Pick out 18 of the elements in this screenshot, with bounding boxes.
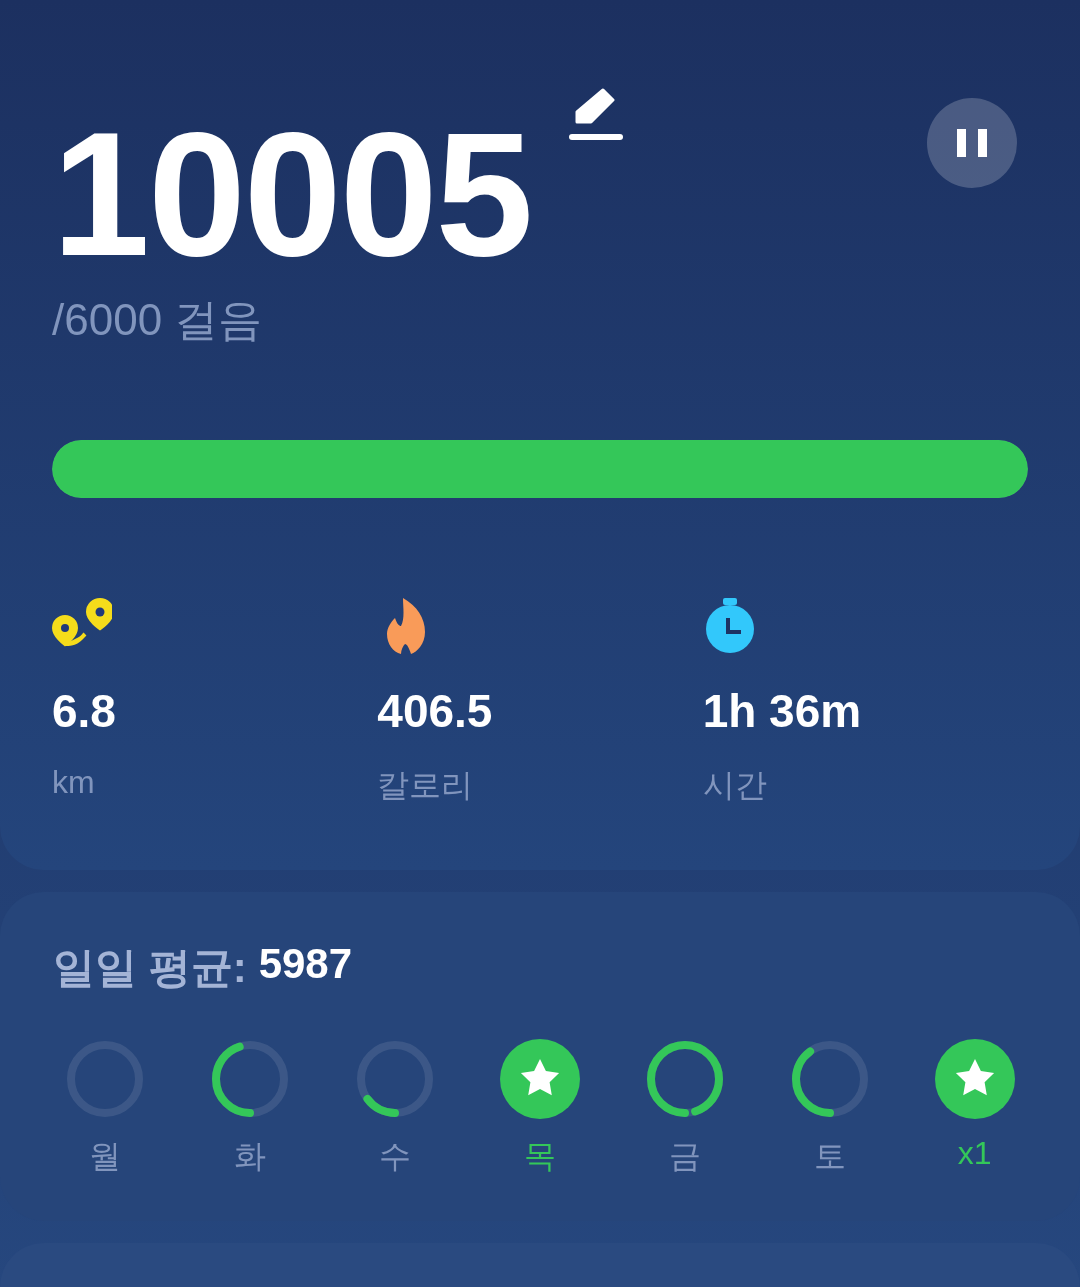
stat-label: km: [52, 764, 95, 801]
day-label: x1: [957, 1135, 992, 1172]
stat-value: 1h 36m: [702, 684, 862, 738]
stat-value: 406.5: [377, 684, 493, 738]
stat-label: 시간: [702, 766, 767, 805]
step-count: 10005: [52, 106, 532, 282]
day-label: 토: [813, 1137, 846, 1176]
pause-icon: [957, 128, 987, 158]
day-label: 월: [89, 1137, 122, 1176]
average-value: 5987: [258, 940, 353, 989]
day-label: 목: [524, 1137, 556, 1176]
day-label: 금: [668, 1137, 701, 1176]
stat-value: 6.8: [52, 684, 116, 738]
stat-label: 칼로리: [377, 766, 474, 805]
day-label: 화: [234, 1137, 267, 1176]
average-label: 일일 평균:: [53, 943, 247, 993]
day-label: 수: [379, 1137, 412, 1176]
step-goal: /6000 걸음: [52, 294, 264, 346]
